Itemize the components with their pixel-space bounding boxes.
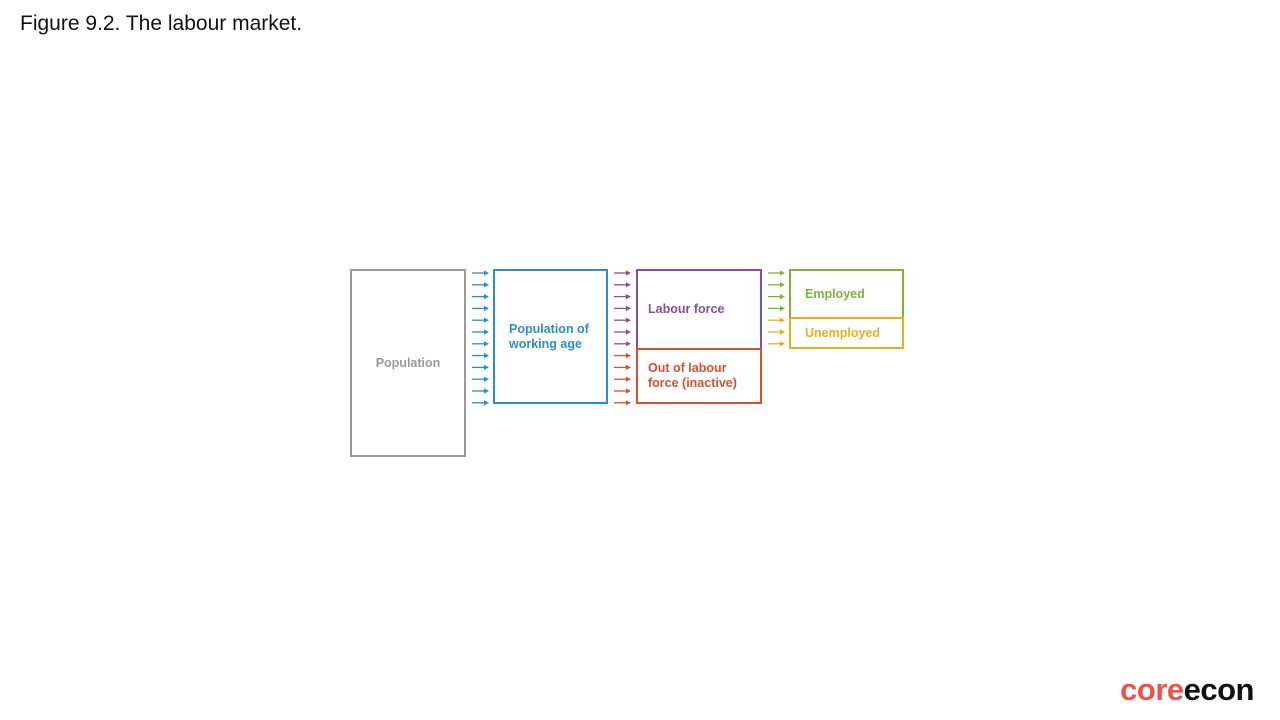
arrow-head <box>626 282 631 288</box>
working-age-box: Population of working age <box>493 269 608 404</box>
arrow-group <box>614 353 631 406</box>
arrow-head <box>780 282 785 288</box>
arrow-group <box>614 270 631 347</box>
coreecon-logo: coreecon <box>1120 672 1254 708</box>
logo-econ-text: econ <box>1183 672 1255 707</box>
arrow-head <box>626 376 631 382</box>
arrow-head <box>780 294 785 300</box>
arrow-head <box>780 341 785 347</box>
arrows-population-to-working-age <box>472 270 489 406</box>
arrow-head <box>626 329 631 335</box>
arrow-head <box>626 270 631 276</box>
arrow-head <box>484 388 489 394</box>
arrow-head <box>780 317 785 323</box>
arrow-head <box>484 364 489 370</box>
arrow-head <box>626 294 631 300</box>
arrow-group <box>768 317 785 347</box>
arrow-head <box>780 329 785 335</box>
arrow-head <box>626 341 631 347</box>
arrow-head <box>484 305 489 311</box>
arrow-head <box>626 388 631 394</box>
employed-label: Employed <box>805 286 865 301</box>
unemployed-label: Unemployed <box>805 325 881 340</box>
arrow-head <box>626 305 631 311</box>
arrows-labour-force-to-employment <box>768 270 785 347</box>
arrow-head <box>626 317 631 323</box>
arrow-head <box>626 400 631 406</box>
arrow-head <box>626 364 631 370</box>
inactive-label: Out of labour force (inactive) <box>648 361 737 390</box>
working-age-label: Population of working age <box>509 321 589 351</box>
arrow-head <box>484 282 489 288</box>
arrow-head <box>626 353 631 359</box>
arrow-head <box>484 317 489 323</box>
population-label: Population <box>375 355 441 370</box>
arrow-head <box>484 400 489 406</box>
population-box: Population <box>350 269 466 457</box>
inactive-box: Out of labour force (inactive) <box>636 348 762 404</box>
labour-force-box: Labour force <box>636 269 762 350</box>
slide-title: Figure 9.2. The labour market. <box>20 12 303 35</box>
arrow-group <box>768 270 785 311</box>
logo-core-text: core <box>1120 672 1184 707</box>
arrow-head <box>484 376 489 382</box>
arrows-working-age-to-labour-force <box>614 270 631 406</box>
arrow-head <box>780 270 785 276</box>
arrow-head <box>484 270 489 276</box>
unemployed-box: Unemployed <box>789 317 904 349</box>
employed-box: Employed <box>789 269 904 319</box>
arrow-head <box>484 294 489 300</box>
arrow-head <box>484 341 489 347</box>
arrow-head <box>780 305 785 311</box>
labour-force-label: Labour force <box>648 302 725 316</box>
arrow-group <box>472 270 489 406</box>
arrow-head <box>484 353 489 359</box>
arrow-head <box>484 329 489 335</box>
